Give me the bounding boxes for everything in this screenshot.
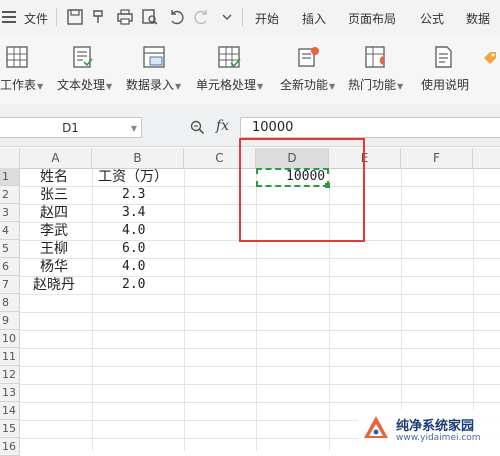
gridline: [20, 366, 500, 367]
select-all-corner[interactable]: [0, 148, 20, 168]
column-header[interactable]: F: [401, 148, 473, 168]
formula-value: 10000: [252, 120, 294, 135]
row-header-selected[interactable]: 1: [0, 168, 20, 186]
tab-home[interactable]: 开始: [255, 10, 279, 27]
new-feature-button[interactable]: 全新功能▼: [280, 76, 335, 93]
watermark-logo-icon: [364, 416, 388, 438]
cell-process-button[interactable]: 单元格处理▼: [196, 76, 263, 93]
column-header[interactable]: B: [92, 148, 184, 168]
format-painter-icon[interactable]: [90, 8, 108, 26]
row-header[interactable]: 7: [0, 276, 20, 294]
ribbon-toolbar: 工作表▼ 文本处理▼ 数据录入▼ 单元格处理▼ 全新功能▼ 热门功能▼ 使用说明: [0, 36, 500, 105]
row-header[interactable]: 5: [0, 240, 20, 258]
row-header[interactable]: 9: [0, 312, 20, 330]
tab-page-layout[interactable]: 页面布局: [348, 10, 396, 27]
gridline: [184, 168, 185, 451]
hot-feature-icon[interactable]: [363, 44, 389, 70]
cell-B2[interactable]: 2.3: [122, 186, 145, 204]
fx-label[interactable]: fx: [216, 118, 229, 134]
row-header[interactable]: 10: [0, 330, 20, 348]
save-icon[interactable]: [66, 8, 84, 26]
gridline: [401, 168, 402, 451]
cell-A2[interactable]: 张三: [40, 186, 68, 204]
gridline: [20, 312, 500, 313]
gridline: [20, 384, 500, 385]
toolbar-divider: [56, 8, 57, 26]
row-header[interactable]: 12: [0, 366, 20, 384]
gridline: [20, 402, 500, 403]
gridline: [20, 294, 500, 295]
row-header[interactable]: 4: [0, 222, 20, 240]
tab-data[interactable]: 数据: [466, 10, 490, 27]
row-header[interactable]: 6: [0, 258, 20, 276]
row-header[interactable]: 13: [0, 384, 20, 402]
print-icon[interactable]: [116, 8, 134, 26]
cell-A7[interactable]: 赵晓丹: [33, 276, 75, 294]
name-box[interactable]: D1 ▼: [0, 117, 142, 138]
gridline: [473, 168, 474, 451]
help-doc-icon[interactable]: [430, 44, 456, 70]
text-process-icon[interactable]: [70, 44, 96, 70]
cell-process-icon[interactable]: [216, 44, 242, 70]
cell-A5[interactable]: 王柳: [40, 240, 68, 258]
hamburger-menu-icon[interactable]: [2, 11, 16, 23]
cell-B5[interactable]: 6.0: [122, 240, 145, 258]
gridline: [20, 348, 500, 349]
gridline: [20, 330, 500, 331]
cell-B6[interactable]: 4.0: [122, 258, 145, 276]
watermark-title: 纯净系统家园: [396, 419, 475, 434]
quick-access-dropdown-icon[interactable]: [218, 8, 236, 26]
worksheet-button[interactable]: 工作表▼: [0, 76, 43, 93]
row-header[interactable]: 3: [0, 204, 20, 222]
help-doc-button[interactable]: 使用说明: [421, 76, 469, 93]
worksheet-icon[interactable]: [4, 44, 30, 70]
cell-B1[interactable]: 工资（万）: [98, 168, 168, 186]
zoom-search-icon[interactable]: [190, 120, 205, 135]
highlight-annotation-box: [239, 138, 365, 242]
data-entry-button[interactable]: 数据录入▼: [126, 76, 181, 93]
gridline: [20, 276, 500, 277]
tag-icon[interactable]: [482, 50, 498, 66]
tab-insert[interactable]: 插入: [302, 10, 326, 27]
column-header[interactable]: [473, 148, 500, 168]
menu-bar: 文件 开始 插入 页面布局 公式 数据: [0, 0, 500, 37]
file-menu[interactable]: 文件: [24, 10, 48, 27]
watermark-url: www.yidaimei.com: [396, 433, 481, 443]
cell-B3[interactable]: 3.4: [122, 204, 145, 222]
row-header[interactable]: 8: [0, 294, 20, 312]
cell-A4[interactable]: 李武: [40, 222, 68, 240]
hot-feature-button[interactable]: 热门功能▼: [348, 76, 403, 93]
new-feature-icon[interactable]: [295, 44, 321, 70]
cell-B7[interactable]: 2.0: [122, 276, 145, 294]
cell-B4[interactable]: 4.0: [122, 222, 145, 240]
text-process-button[interactable]: 文本处理▼: [57, 76, 112, 93]
row-header[interactable]: 2: [0, 186, 20, 204]
toolbar-divider: [242, 8, 243, 26]
cell-A6[interactable]: 杨华: [40, 258, 68, 276]
cell-A3[interactable]: 赵四: [40, 204, 68, 222]
column-header[interactable]: A: [20, 148, 92, 168]
row-header[interactable]: 15: [0, 420, 20, 438]
undo-icon[interactable]: [167, 8, 185, 26]
gridline: [92, 168, 93, 451]
row-header[interactable]: 11: [0, 348, 20, 366]
gridline: [20, 258, 500, 259]
print-preview-icon[interactable]: [141, 8, 159, 26]
data-entry-icon[interactable]: [141, 44, 167, 70]
tab-formulas[interactable]: 公式: [420, 10, 444, 27]
cell-A1[interactable]: 姓名: [40, 168, 68, 186]
row-header[interactable]: 14: [0, 402, 20, 420]
row-header[interactable]: 16: [0, 438, 20, 456]
redo-icon[interactable]: [193, 8, 211, 26]
